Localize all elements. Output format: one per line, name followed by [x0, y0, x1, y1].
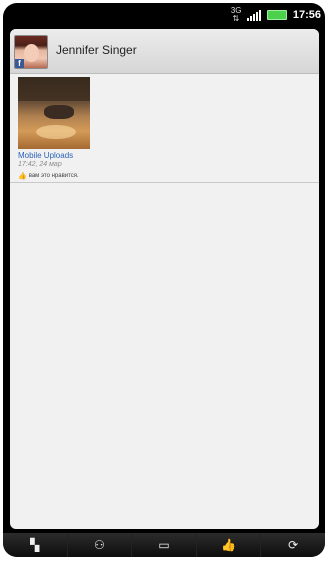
share-button[interactable]: ⚇: [66, 533, 132, 557]
content-screen: f Jennifer Singer Mobile Uploads 17:42, …: [10, 29, 319, 529]
refresh-icon: ⟳: [288, 538, 299, 552]
avatar[interactable]: f: [14, 35, 48, 69]
like-icon: 👍: [221, 538, 237, 552]
network-indicator: 3G ⇅: [230, 6, 242, 23]
comment-button[interactable]: ▭: [131, 533, 196, 557]
refresh-button[interactable]: ⟳: [260, 533, 325, 557]
like-text: вам это нравится.: [28, 173, 79, 179]
like-status: 👍 вам это нравится.: [18, 172, 79, 180]
photo-thumbnail[interactable]: [18, 77, 90, 149]
share-icon: ⚇: [94, 538, 105, 552]
facebook-icon: f: [15, 59, 24, 68]
post-timestamp: 17:42, 24 мар: [18, 161, 62, 168]
network-arrows-icon: ⇅: [232, 14, 240, 23]
battery-icon: [266, 10, 287, 20]
profile-header[interactable]: f Jennifer Singer: [10, 29, 319, 74]
conversation-button[interactable]: ▚: [3, 533, 67, 557]
conversation-icon: ▚: [30, 538, 40, 552]
status-time: 17:56: [292, 9, 321, 21]
thumbs-up-icon: 👍: [18, 173, 27, 180]
bottom-toolbar: ▚ ⚇ ▭ 👍 ⟳: [3, 533, 325, 557]
comment-icon: ▭: [158, 538, 170, 552]
status-bar: 3G ⇅ 17:56: [3, 3, 325, 27]
phone-frame: 3G ⇅ 17:56 f Jennifer Singer Mobile Uplo…: [3, 3, 325, 557]
like-button[interactable]: 👍: [195, 533, 261, 557]
album-link[interactable]: Mobile Uploads: [18, 151, 73, 160]
signal-icon: [246, 9, 261, 21]
profile-name: Jennifer Singer: [56, 43, 137, 57]
divider: [10, 182, 319, 183]
